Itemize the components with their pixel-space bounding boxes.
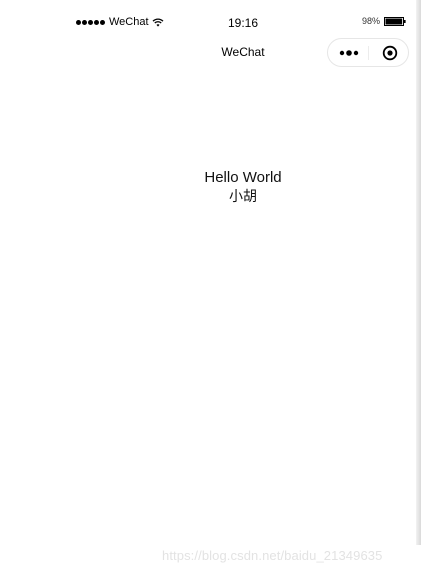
target-close-icon [382,45,398,61]
battery-percent: 98% [362,16,381,26]
watermark: https://blog.csdn.net/baidu_21349635 [162,548,383,563]
status-bar: WeChat 19:16 98% [0,12,416,32]
carrier: WeChat [76,16,164,28]
phone-screen: WeChat 19:16 98% WeChat Hello World 小胡 h… [0,0,436,576]
menu-capsule [327,38,409,67]
nav-title: WeChat [221,45,265,59]
status-time: 19:16 [228,16,259,30]
more-button[interactable] [334,42,364,64]
name-text: 小胡 [229,188,257,204]
battery: 98% [362,16,406,26]
page-content: Hello World 小胡 [0,168,436,205]
hello-text: Hello World [204,169,282,186]
carrier-label: WeChat [109,16,149,28]
capsule-divider [368,46,369,60]
wifi-icon [152,17,164,27]
signal-icon [76,19,105,25]
battery-icon [384,16,406,26]
phone-edge [416,0,421,545]
more-dots-icon [339,50,359,56]
close-button[interactable] [376,42,404,64]
